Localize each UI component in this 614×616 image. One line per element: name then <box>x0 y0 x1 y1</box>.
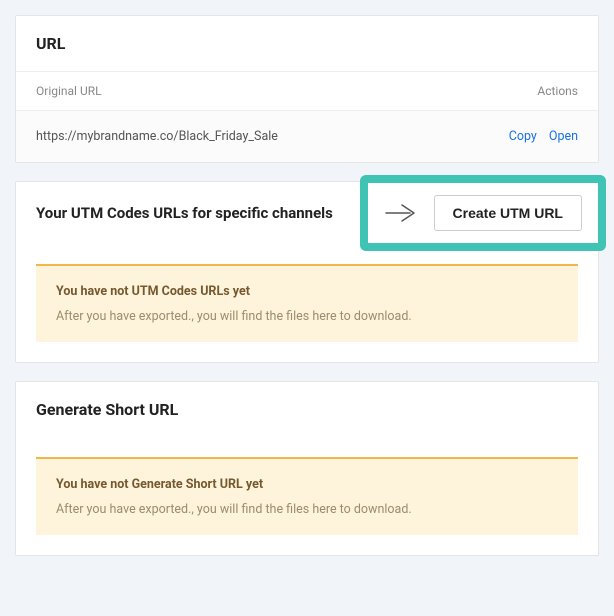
short-notice-wrap: You have not Generate Short URL yet Afte… <box>16 437 598 555</box>
create-utm-url-button[interactable]: Create UTM URL <box>434 195 582 231</box>
utm-card: Your UTM Codes URLs for specific channel… <box>15 181 599 363</box>
col-actions: Actions <box>537 84 578 98</box>
utm-card-header: Your UTM Codes URLs for specific channel… <box>16 182 598 244</box>
highlight-callout: Create UTM URL <box>360 175 606 251</box>
copy-link[interactable]: Copy <box>509 129 537 144</box>
short-notice-title: You have not Generate Short URL yet <box>56 477 558 492</box>
open-link[interactable]: Open <box>549 129 578 144</box>
utm-notice-wrap: You have not UTM Codes URLs yet After yo… <box>16 244 598 362</box>
utm-card-title: Your UTM Codes URLs for specific channel… <box>36 182 333 244</box>
arrow-right-icon <box>384 202 420 224</box>
short-notice: You have not Generate Short URL yet Afte… <box>36 457 578 535</box>
col-original-url: Original URL <box>36 84 102 98</box>
utm-notice: You have not UTM Codes URLs yet After yo… <box>36 264 578 342</box>
short-url-title: Generate Short URL <box>16 382 598 437</box>
short-url-card: Generate Short URL You have not Generate… <box>15 381 599 556</box>
url-card-title: URL <box>16 16 598 71</box>
row-actions: Copy Open <box>509 129 578 144</box>
url-card: URL Original URL Actions https://mybrand… <box>15 15 599 163</box>
url-table-header: Original URL Actions <box>16 71 598 110</box>
table-row: https://mybrandname.co/Black_Friday_Sale… <box>16 110 598 162</box>
original-url-value: https://mybrandname.co/Black_Friday_Sale <box>36 129 278 144</box>
utm-notice-title: You have not UTM Codes URLs yet <box>56 284 558 299</box>
short-notice-text: After you have exported., you will find … <box>56 502 558 517</box>
utm-notice-text: After you have exported., you will find … <box>56 309 558 324</box>
